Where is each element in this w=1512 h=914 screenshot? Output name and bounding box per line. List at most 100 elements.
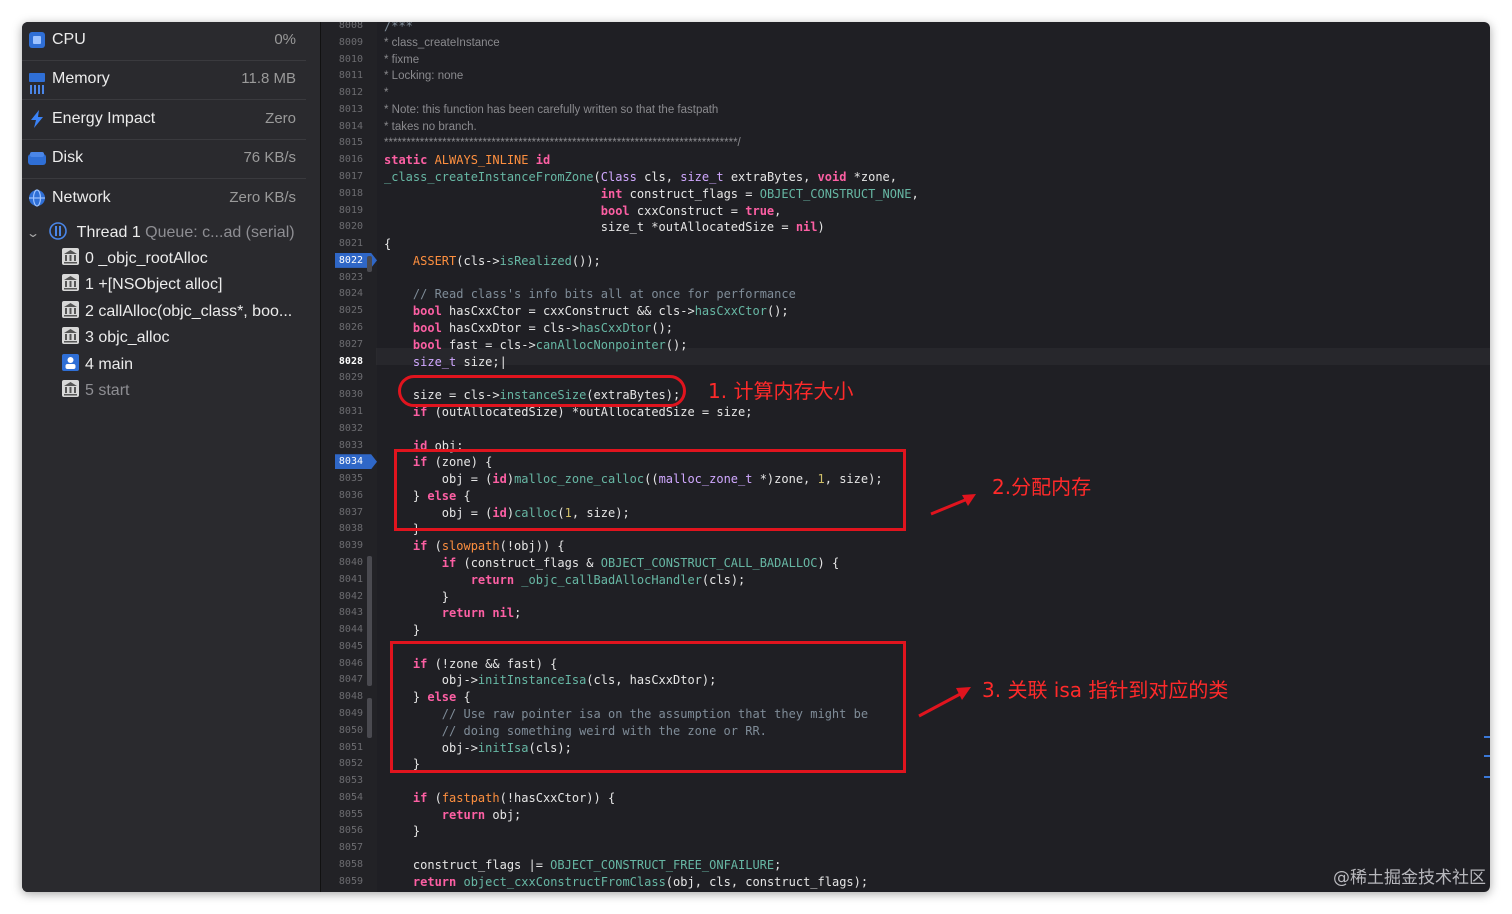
line-number[interactable]: 8008 [331,22,363,31]
stack-frame[interactable]: 5 start [62,380,129,404]
gauge-energy[interactable]: Energy Impact Zero [22,101,306,140]
code-token: if [412,539,428,554]
line-number[interactable]: 8037 [331,507,363,518]
line-number[interactable]: 8028 [331,356,363,367]
minimap-marker [1484,776,1490,778]
change-bar [367,556,372,686]
line-number[interactable]: 8020 [331,221,363,232]
debug-navigator: CPU 0% Memory 11.8 MB Energy Impact Zero… [22,22,321,892]
code-token: extraBytes, [723,170,818,185]
line-number[interactable]: 8046 [331,658,363,669]
line-number[interactable]: 8045 [331,641,363,652]
line-number[interactable]: 8047 [331,674,363,685]
line-number[interactable]: 8016 [331,154,363,165]
code-token: OBJECT_CONSTRUCT_CALL_BADALLOC [600,555,818,570]
code-token: } [384,589,450,604]
line-number[interactable]: 8025 [331,305,363,316]
line-number[interactable]: 8052 [331,758,363,769]
thread-row[interactable]: ⌄ Thread 1 Queue: c...ad (serial) [26,222,295,242]
line-number[interactable]: 8032 [331,423,363,434]
line-number[interactable]: 8009 [331,37,363,48]
code-token: ; [774,858,782,872]
line-number[interactable]: 8056 [331,825,363,836]
chevron-down-icon[interactable]: ⌄ [26,226,40,240]
code-line: bool cxxConstruct = true, [384,203,782,220]
line-number[interactable]: 8044 [331,624,363,635]
line-number[interactable]: 8049 [331,708,363,719]
gauge-network[interactable]: Network Zero KB/s [22,180,306,218]
line-number[interactable]: 8030 [331,389,363,400]
code-token: construct_flags = [622,186,760,201]
line-number[interactable]: 8054 [331,792,363,803]
line-number[interactable]: 8034 [331,456,363,467]
line-number[interactable]: 8039 [331,540,363,551]
watermark: @稀土掘金技术社区 [1333,868,1486,888]
disk-icon [28,152,46,165]
line-number[interactable]: 8043 [331,607,363,618]
line-number[interactable]: 8031 [331,406,363,417]
code-line: return nil; [384,605,522,622]
line-number[interactable]: 8022 [331,255,363,266]
stack-frame[interactable]: 0 _objc_rootAlloc [62,248,208,272]
line-number[interactable]: 8038 [331,523,363,534]
code-line: return _objc_callBadAllocHandler(cls); [384,572,746,589]
code-token: return [470,572,515,587]
gauge-cpu-value: 0% [274,31,296,48]
gauge-cpu-label: CPU [52,31,86,48]
code-token: ()); [571,253,601,268]
line-number[interactable]: 8019 [331,205,363,216]
code-token: (cls); [701,572,746,587]
line-number[interactable]: 8042 [331,591,363,602]
code-token: hasCxxCtor [694,304,767,319]
line-number[interactable]: 8058 [331,859,363,870]
gauge-memory[interactable]: Memory 11.8 MB [22,61,306,100]
code-token: size_t [680,170,724,185]
line-number[interactable]: 8021 [331,238,363,249]
thread-queue: Queue: c...ad (serial) [145,224,295,241]
line-number[interactable]: 8027 [331,339,363,350]
stack-frame[interactable]: 3 objc_alloc [62,327,170,351]
code-token: OBJECT_CONSTRUCT_FREE_ONFAILURE [550,858,775,872]
line-number[interactable]: 8036 [331,490,363,501]
line-number[interactable]: 8033 [331,440,363,451]
stack-frame[interactable]: 2 callAlloc(objc_class*, boo... [62,300,292,325]
line-number[interactable]: 8059 [331,876,363,887]
line-number[interactable]: 8014 [331,121,363,132]
code-token: id [535,153,551,168]
line-number[interactable]: 8012 [331,87,363,98]
stack-frame[interactable]: 4 main [62,353,133,378]
line-number[interactable]: 8017 [331,171,363,182]
line-number[interactable]: 8023 [331,272,363,283]
line-number[interactable]: 8057 [331,842,363,853]
line-number[interactable]: 8024 [331,288,363,299]
code-token: , [774,203,782,218]
line-number[interactable]: 8040 [331,557,363,568]
line-number[interactable]: 8018 [331,188,363,199]
line-number[interactable]: 8010 [331,54,363,65]
line-number[interactable]: 8035 [331,473,363,484]
line-number[interactable]: 8050 [331,725,363,736]
line-number[interactable]: 8051 [331,742,363,753]
change-bar [367,256,372,272]
line-number[interactable]: 8055 [331,809,363,820]
line-number[interactable]: 8048 [331,691,363,702]
code-token: ( [593,170,601,185]
line-number[interactable]: 8011 [331,70,363,81]
gauge-cpu[interactable]: CPU 0% [22,22,306,61]
code-line: } [384,891,391,893]
code-token: *zone, [846,170,897,185]
line-number[interactable]: 8026 [331,322,363,333]
line-number[interactable]: 8029 [331,372,363,383]
line-number[interactable]: 8041 [331,574,363,585]
line-number[interactable]: 8015 [331,137,363,148]
stack-frame[interactable]: 1 +[NSObject alloc] [62,274,222,298]
line-number[interactable]: 8053 [331,775,363,786]
code-token: size;| [456,354,507,369]
code-token: return [441,807,486,822]
gauge-disk[interactable]: Disk 76 KB/s [22,140,306,179]
code-token: * takes no branch. [384,120,477,133]
line-number[interactable]: 8013 [331,104,363,115]
